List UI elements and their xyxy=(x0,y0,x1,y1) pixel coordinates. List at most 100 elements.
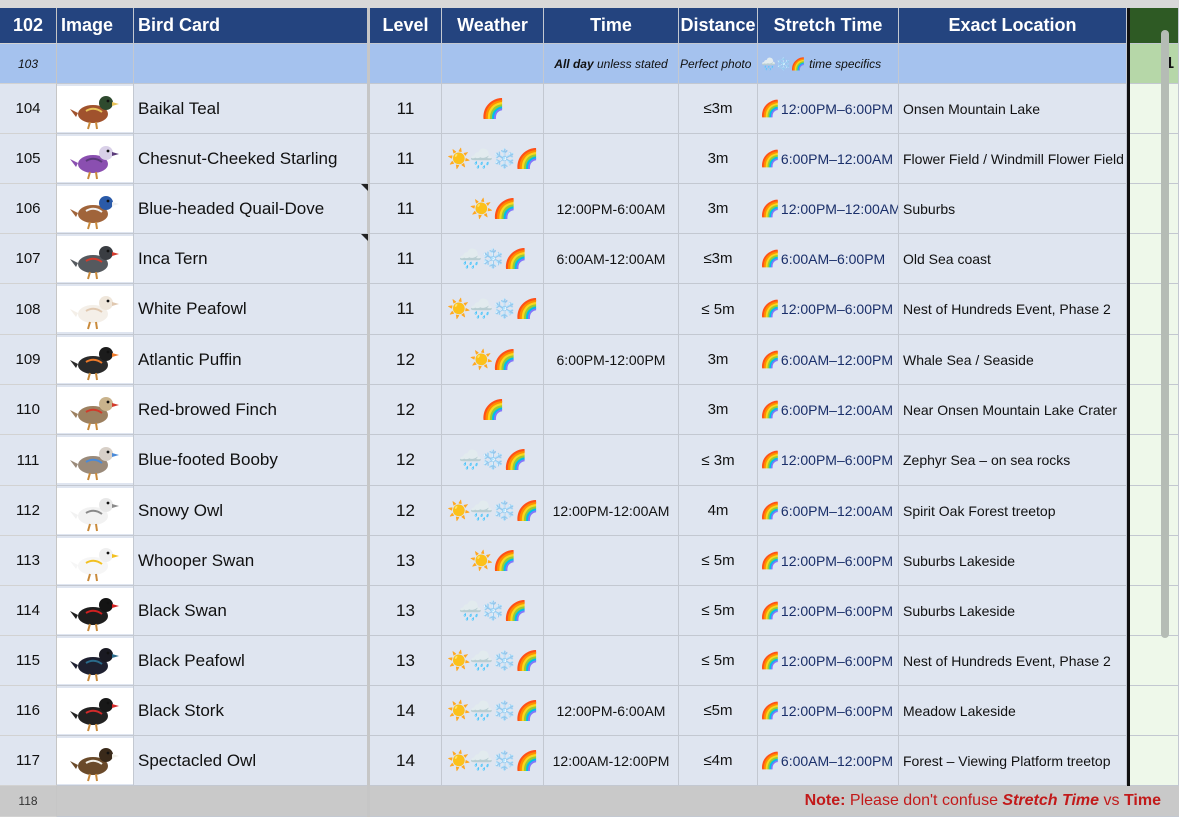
distance-cell[interactable]: ≤ 5m xyxy=(679,536,758,586)
time-cell[interactable]: 12:00PM-6:00AM xyxy=(544,686,679,736)
subheader-bird-cell[interactable] xyxy=(134,44,368,84)
exact-location-cell[interactable]: Suburbs xyxy=(899,184,1127,234)
row-number[interactable]: 114 xyxy=(0,586,57,636)
exact-location-cell[interactable]: Old Sea coast xyxy=(899,234,1127,284)
column-header-stretch-time[interactable]: Stretch Time xyxy=(758,8,899,44)
level-cell[interactable]: 14 xyxy=(370,736,442,786)
level-cell[interactable]: 12 xyxy=(370,385,442,435)
level-cell[interactable]: 11 xyxy=(370,84,442,134)
bird-image-cell[interactable] xyxy=(57,134,134,184)
row-number[interactable]: 104 xyxy=(0,84,57,134)
distance-cell[interactable]: ≤ 5m xyxy=(679,284,758,335)
bird-name[interactable]: Red-browed Finch xyxy=(134,385,368,435)
extra-cell[interactable] xyxy=(1130,184,1179,234)
row-number[interactable]: 108 xyxy=(0,284,57,335)
extra-cell[interactable] xyxy=(1130,736,1179,786)
stretch-time-cell[interactable]: 🌈 12:00PM–6:00PM xyxy=(758,686,899,736)
time-cell[interactable]: 12:00PM-12:00AM xyxy=(544,486,679,536)
extra-cell[interactable] xyxy=(1130,636,1179,686)
weather-icons[interactable]: ☀️🌧️❄️🌈 xyxy=(442,134,544,184)
bird-image-cell[interactable] xyxy=(57,486,134,536)
extra-cell[interactable] xyxy=(1130,536,1179,586)
distance-cell[interactable]: 4m xyxy=(679,486,758,536)
time-cell[interactable] xyxy=(544,536,679,586)
bird-name[interactable]: Black Stork xyxy=(134,686,368,736)
stretch-time-cell[interactable]: 🌈 12:00PM–6:00PM xyxy=(758,284,899,335)
exact-location-cell[interactable]: Onsen Mountain Lake xyxy=(899,84,1127,134)
subheader-image-cell[interactable] xyxy=(57,44,134,84)
bird-name[interactable]: Inca Tern xyxy=(134,234,368,284)
bird-image-cell[interactable] xyxy=(57,184,134,234)
extra-cell[interactable] xyxy=(1130,686,1179,736)
weather-icons[interactable]: 🌈 xyxy=(442,385,544,435)
distance-cell[interactable]: ≤3m xyxy=(679,84,758,134)
exact-location-cell[interactable]: Suburbs Lakeside xyxy=(899,536,1127,586)
exact-location-cell[interactable]: Forest – Viewing Platform treetop xyxy=(899,736,1127,786)
bird-image-cell[interactable] xyxy=(57,736,134,786)
exact-location-cell[interactable]: Suburbs Lakeside xyxy=(899,586,1127,636)
extra-cell[interactable] xyxy=(1130,84,1179,134)
vertical-scrollbar[interactable] xyxy=(1161,30,1169,638)
stretch-time-cell[interactable]: 🌈 12:00PM–6:00PM xyxy=(758,84,899,134)
bird-image-cell[interactable] xyxy=(57,335,134,385)
exact-location-cell[interactable]: Spirit Oak Forest treetop xyxy=(899,486,1127,536)
bird-image-cell[interactable] xyxy=(57,435,134,486)
distance-cell[interactable]: ≤ 5m xyxy=(679,586,758,636)
level-cell[interactable]: 12 xyxy=(370,435,442,486)
extra-cell[interactable] xyxy=(1130,486,1179,536)
distance-cell[interactable]: 3m xyxy=(679,184,758,234)
time-cell[interactable] xyxy=(544,134,679,184)
column-header-extra[interactable] xyxy=(1130,8,1179,44)
stretch-time-cell[interactable]: 🌈 12:00PM–6:00PM xyxy=(758,586,899,636)
exact-location-cell[interactable]: Zephyr Sea – on sea rocks xyxy=(899,435,1127,486)
exact-location-cell[interactable]: Whale Sea / Seaside xyxy=(899,335,1127,385)
bird-name[interactable]: Chesnut-Cheeked Starling xyxy=(134,134,368,184)
time-cell[interactable] xyxy=(544,636,679,686)
extra-cell[interactable] xyxy=(1130,435,1179,486)
subheader-level-cell[interactable] xyxy=(370,44,442,84)
column-header-exact-location[interactable]: Exact Location xyxy=(899,8,1127,44)
frozen-column-divider[interactable] xyxy=(367,0,370,817)
bird-name[interactable]: Spectacled Owl xyxy=(134,736,368,786)
level-cell[interactable]: 13 xyxy=(370,636,442,686)
time-cell[interactable] xyxy=(544,385,679,435)
distance-cell[interactable]: ≤ 5m xyxy=(679,636,758,686)
weather-icons[interactable]: ☀️🌧️❄️🌈 xyxy=(442,284,544,335)
stretch-time-cell[interactable]: 🌈 6:00AM–12:00PM xyxy=(758,335,899,385)
time-cell[interactable]: 12:00PM-6:00AM xyxy=(544,184,679,234)
weather-icons[interactable]: 🌈 xyxy=(442,84,544,134)
distance-cell[interactable]: ≤3m xyxy=(679,234,758,284)
extra-cell[interactable] xyxy=(1130,234,1179,284)
extra-cell[interactable] xyxy=(1130,284,1179,335)
level-cell[interactable]: 12 xyxy=(370,486,442,536)
subheader-distance-note[interactable]: Perfect photo xyxy=(679,44,758,84)
row-number[interactable]: 117 xyxy=(0,736,57,786)
weather-icons[interactable]: ☀️🌈 xyxy=(442,335,544,385)
weather-icons[interactable]: ☀️🌧️❄️🌈 xyxy=(442,636,544,686)
weather-icons[interactable]: ☀️🌈 xyxy=(442,536,544,586)
bird-name[interactable]: Whooper Swan xyxy=(134,536,368,586)
weather-icons[interactable]: 🌧️❄️🌈 xyxy=(442,234,544,284)
row-number[interactable]: 106 xyxy=(0,184,57,234)
stretch-time-cell[interactable]: 🌈 6:00PM–12:00AM xyxy=(758,134,899,184)
bird-name[interactable]: Black Swan xyxy=(134,586,368,636)
column-header-weather[interactable]: Weather xyxy=(442,8,544,44)
bird-image-cell[interactable] xyxy=(57,586,134,636)
time-cell[interactable]: 6:00AM-12:00AM xyxy=(544,234,679,284)
column-header-level[interactable]: Level xyxy=(370,8,442,44)
weather-icons[interactable]: ☀️🌧️❄️🌈 xyxy=(442,486,544,536)
bird-name[interactable]: Baikal Teal xyxy=(134,84,368,134)
extra-cell[interactable] xyxy=(1130,134,1179,184)
level-cell[interactable]: 11 xyxy=(370,284,442,335)
bird-image-cell[interactable] xyxy=(57,686,134,736)
time-cell[interactable] xyxy=(544,435,679,486)
subheader-weather-cell[interactable] xyxy=(442,44,544,84)
row-number[interactable]: 102 xyxy=(0,8,57,44)
stretch-time-cell[interactable]: 🌈 6:00PM–12:00AM xyxy=(758,385,899,435)
distance-cell[interactable]: 3m xyxy=(679,134,758,184)
row-number[interactable]: 118 xyxy=(0,786,57,817)
weather-icons[interactable]: 🌧️❄️🌈 xyxy=(442,586,544,636)
row-number[interactable]: 107 xyxy=(0,234,57,284)
row-number[interactable]: 116 xyxy=(0,686,57,736)
stretch-time-cell[interactable]: 🌈 6:00PM–12:00AM xyxy=(758,486,899,536)
